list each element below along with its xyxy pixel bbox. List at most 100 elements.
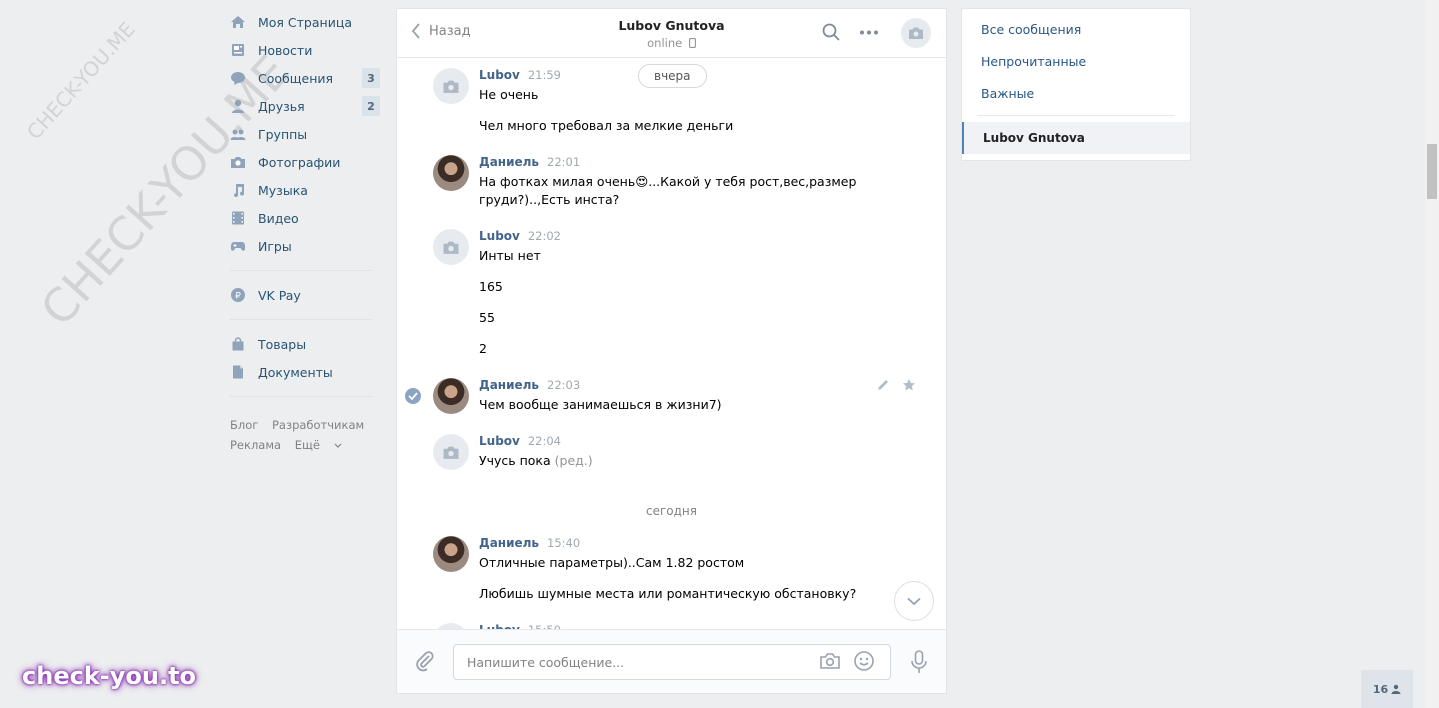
avatar[interactable] (433, 434, 469, 470)
message-author[interactable]: Даниель (479, 536, 539, 550)
edited-label: (ред.) (554, 453, 593, 468)
message-history[interactable]: вчера Lubov 21:59 Не очень Чел много треб… (397, 59, 946, 631)
active-chat-item[interactable]: Lubov Gnutova (962, 122, 1190, 154)
nav-docs[interactable]: Документы (230, 358, 380, 386)
nav-friends[interactable]: Друзья 2 (230, 92, 380, 120)
message-text: На фотках милая очень😍...Какой у тебя ро… (479, 174, 857, 189)
message-time[interactable]: 22:01 (547, 155, 580, 169)
shopping-bag-icon (230, 336, 246, 352)
camera-icon (230, 154, 246, 170)
filter-all-messages[interactable]: Все сообщения (962, 14, 1190, 46)
chevron-down-icon (907, 597, 921, 605)
message-time[interactable]: 21:59 (528, 68, 561, 82)
friends-icon (230, 98, 246, 114)
check-icon (408, 392, 418, 400)
chat-panel: Назад Lubov Gnutova online вчера Lubov 21… (396, 8, 947, 694)
nav-footer: Блог Разработчикам Реклама Ещё (230, 415, 380, 455)
nav-divider (230, 396, 372, 397)
message-author[interactable]: Даниель (479, 378, 539, 392)
edit-pencil-icon[interactable] (876, 378, 890, 392)
online-friends-widget[interactable]: 16 (1361, 670, 1413, 708)
page-scrollbar[interactable] (1425, 0, 1439, 708)
brand-watermark: check-you.to (22, 662, 197, 690)
message-text: 2 (479, 341, 487, 356)
footer-blog-link[interactable]: Блог (230, 418, 258, 432)
message-author[interactable]: Lubov (479, 229, 520, 243)
avatar[interactable] (433, 229, 469, 265)
message-text: Учусь пока (ред.) (479, 453, 593, 468)
message-author[interactable]: Даниель (479, 155, 539, 169)
peer-avatar[interactable] (901, 18, 931, 48)
message-text: Любишь шумные места или романтическую об… (479, 586, 857, 601)
avatar[interactable] (433, 68, 469, 104)
messages-count-badge: 3 (362, 68, 380, 88)
home-icon (230, 14, 246, 30)
avatar[interactable] (433, 536, 469, 572)
nav-news[interactable]: Новости (230, 36, 380, 64)
left-nav: Моя Страница Новости Сообщения 3 Друзья … (230, 8, 380, 455)
camera-icon (443, 241, 459, 254)
message-time[interactable]: 22:03 (547, 378, 580, 392)
watermark-small: CHECK-YOU.ME (22, 17, 140, 145)
nav-video[interactable]: Видео (230, 204, 380, 232)
friends-count-badge: 2 (362, 96, 380, 116)
message-composer (397, 629, 946, 693)
microphone-icon[interactable] (910, 650, 928, 674)
message-text: Отличные параметры)..Сам 1.82 ростом (479, 555, 745, 570)
nav-divider (230, 319, 372, 320)
message-time[interactable]: 22:04 (528, 434, 561, 448)
nav-music[interactable]: Музыка (230, 176, 380, 204)
camera-icon (443, 80, 459, 93)
message-text: груди?)..,Есть инста? (479, 192, 620, 207)
person-icon (1391, 684, 1401, 694)
filter-unread[interactable]: Непрочитанные (962, 46, 1190, 78)
message-actions (876, 378, 916, 392)
message-text: Не очень (479, 87, 539, 102)
chat-header: Назад Lubov Gnutova online (397, 9, 946, 58)
scroll-down-button[interactable] (894, 581, 934, 621)
footer-ads-link[interactable]: Реклама (230, 438, 281, 452)
filter-divider (977, 115, 1175, 116)
day-separator: сегодня (646, 504, 697, 518)
nav-goods[interactable]: Товары (230, 330, 380, 358)
message-text: Инты нет (479, 248, 541, 263)
document-icon (230, 364, 246, 380)
message-author[interactable]: Lubov (479, 68, 520, 82)
star-icon[interactable] (902, 378, 916, 392)
more-icon[interactable] (859, 30, 879, 35)
nav-games[interactable]: Игры (230, 232, 380, 260)
vkpay-icon: ₽ (230, 287, 246, 303)
camera-icon (443, 446, 459, 459)
message-author[interactable]: Lubov (479, 434, 520, 448)
message[interactable]: Даниель 22:01 На фотках милая очень😍...Ка… (433, 155, 916, 209)
nav-vkpay[interactable]: ₽ VK Pay (230, 281, 380, 309)
scrollbar-thumb[interactable] (1427, 144, 1437, 199)
nav-divider (230, 270, 372, 271)
message[interactable]: Даниель 15:40 Отличные параметры)..Сам 1.… (433, 536, 916, 603)
footer-dev-link[interactable]: Разработчикам (272, 418, 364, 432)
message-time[interactable]: 22:02 (528, 229, 561, 243)
search-icon[interactable] (822, 23, 840, 41)
emoji-smile-icon[interactable] (853, 650, 875, 672)
message-text: Чел много требовал за мелкие деньги (479, 118, 734, 133)
nav-messages[interactable]: Сообщения 3 (230, 64, 380, 92)
nav-groups[interactable]: Группы (230, 120, 380, 148)
messages-icon (230, 70, 246, 86)
message[interactable]: Даниель 22:03 Чем вообще занимаешься в жи… (405, 378, 916, 414)
footer-more-link[interactable]: Ещё (295, 438, 342, 452)
avatar[interactable] (433, 378, 469, 414)
attach-icon[interactable] (415, 650, 435, 672)
avatar[interactable] (433, 155, 469, 191)
groups-icon (230, 126, 246, 142)
message[interactable]: Lubov 22:04 Учусь пока (ред.) (433, 434, 916, 470)
message-select-checkbox[interactable] (405, 388, 421, 404)
nav-my-page[interactable]: Моя Страница (230, 8, 380, 36)
nav-photos[interactable]: Фотографии (230, 148, 380, 176)
message[interactable]: Lubov 21:59 Не очень Чел много требовал з… (433, 68, 916, 135)
filter-important[interactable]: Важные (962, 78, 1190, 110)
message-text: 165 (479, 279, 503, 294)
message-time[interactable]: 15:40 (547, 536, 580, 550)
camera-icon[interactable] (819, 652, 841, 670)
news-icon (230, 42, 246, 58)
message[interactable]: Lubov 22:02 Инты нет 165 55 2 (433, 229, 916, 358)
